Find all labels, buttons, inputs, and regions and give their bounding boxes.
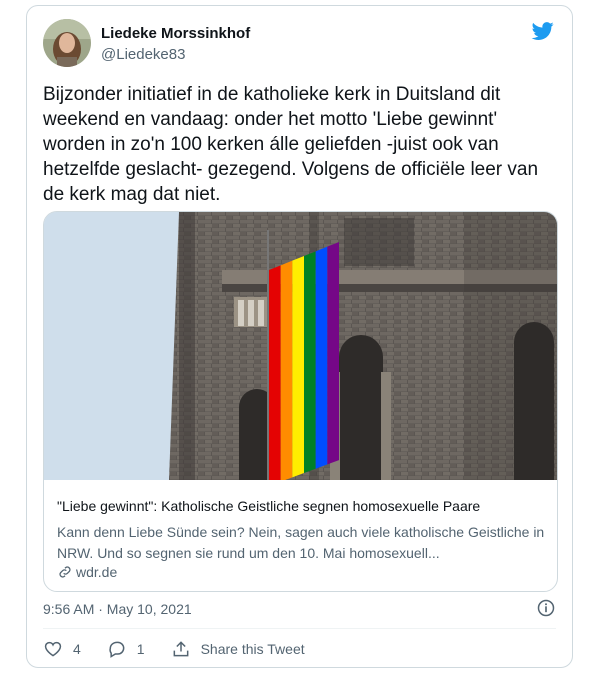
church-tower-photo bbox=[44, 212, 557, 480]
info-icon[interactable] bbox=[536, 598, 556, 618]
avatar[interactable] bbox=[43, 19, 91, 67]
tweet-text: Bijzonder initiatief in de katholieke ke… bbox=[43, 84, 539, 205]
link-card-description: Kann denn Liebe Sünde sein? Nein, sagen … bbox=[57, 524, 545, 561]
tweet-card: Liedeke Morssinkhof @Liedeke83 Bijzonder… bbox=[26, 5, 573, 668]
share-label: Share this Tweet bbox=[200, 641, 305, 657]
flag-stripe bbox=[327, 242, 339, 465]
rainbow-flag bbox=[267, 230, 339, 480]
domain-label: wdr.de bbox=[76, 564, 118, 580]
reply-button[interactable]: 1 bbox=[107, 639, 145, 659]
action-bar: 4 1 Share this Tweet bbox=[43, 639, 331, 659]
like-count: 4 bbox=[73, 641, 81, 657]
reply-count: 1 bbox=[136, 641, 145, 657]
link-card-title[interactable]: "Liebe gewinnt": Katholische Geistliche … bbox=[57, 498, 547, 514]
flag-stripe bbox=[315, 246, 328, 469]
link-preview-card[interactable]: "Liebe gewinnt": Katholische Geistliche … bbox=[43, 211, 558, 592]
twitter-bird-icon[interactable] bbox=[530, 20, 556, 42]
author-name[interactable]: Liedeke Morssinkhof bbox=[101, 25, 250, 42]
link-card-domain[interactable]: wdr.de bbox=[57, 564, 117, 580]
flag-stripe bbox=[304, 251, 316, 474]
link-icon bbox=[59, 566, 71, 578]
divider bbox=[43, 628, 556, 629]
share-button[interactable]: Share this Tweet bbox=[171, 639, 305, 659]
flag-stripe bbox=[269, 265, 281, 480]
flag-stripe bbox=[280, 260, 293, 480]
tweet-timestamp[interactable]: 9:56 AM · May 10, 2021 bbox=[43, 601, 192, 617]
reply-icon bbox=[109, 641, 125, 658]
like-button[interactable]: 4 bbox=[43, 639, 81, 659]
like-icon bbox=[44, 641, 62, 657]
flag-stripe bbox=[292, 256, 304, 478]
share-icon bbox=[173, 641, 189, 657]
author-handle[interactable]: @Liedeke83 bbox=[101, 46, 185, 63]
